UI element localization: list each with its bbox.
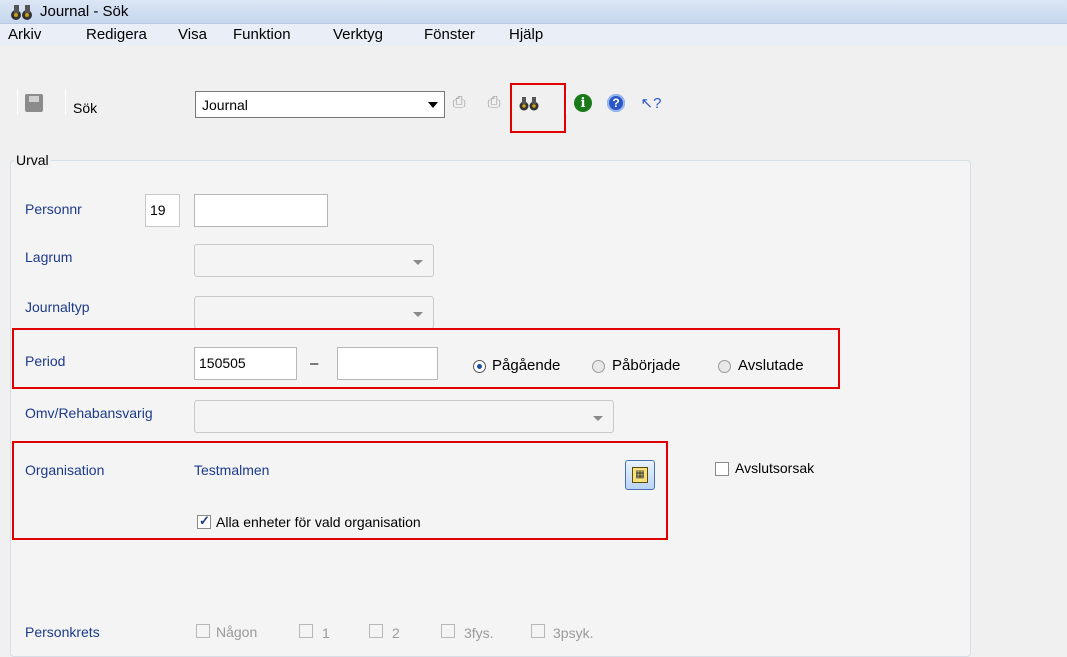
period-to-field[interactable] bbox=[337, 347, 438, 380]
menu-funktion[interactable]: Funktion bbox=[233, 26, 291, 43]
window-title: Journal - Sök bbox=[40, 3, 129, 20]
menu-visa[interactable]: Visa bbox=[178, 26, 207, 43]
personkrets-2-checkbox[interactable] bbox=[369, 624, 383, 638]
omv-label: Omv/Rehabansvarig bbox=[25, 405, 153, 421]
personkrets-3fys-checkbox[interactable] bbox=[441, 624, 455, 638]
avslutsorsak-label[interactable]: Avslutsorsak bbox=[735, 460, 814, 476]
personnr-prefix-field: 19 bbox=[145, 194, 180, 227]
chevron-down-icon[interactable] bbox=[424, 94, 442, 115]
personkrets-2-label[interactable]: 2 bbox=[392, 625, 400, 641]
journaltyp-select[interactable] bbox=[194, 296, 434, 329]
lagrum-label: Lagrum bbox=[25, 249, 73, 265]
menu-hjalp[interactable]: Hjälp bbox=[509, 26, 543, 43]
radio-paborjade-label[interactable]: Påbörjade bbox=[612, 357, 680, 374]
personkrets-1-label[interactable]: 1 bbox=[322, 625, 330, 641]
organisation-tree-button[interactable]: ▦ bbox=[625, 460, 655, 490]
period-from-field[interactable]: 150505 bbox=[194, 347, 297, 380]
title-bar: Journal - Sök bbox=[0, 0, 1067, 24]
toolbar-separator bbox=[65, 89, 66, 115]
radio-avslutade[interactable] bbox=[718, 360, 731, 373]
menu-redigera[interactable]: Redigera bbox=[86, 26, 147, 43]
personnr-label: Personnr bbox=[25, 201, 82, 217]
radio-pagaende[interactable] bbox=[473, 360, 486, 373]
highlight-box-search bbox=[510, 83, 566, 133]
menu-fonster[interactable]: Fönster bbox=[424, 26, 475, 43]
personkrets-nagon-checkbox[interactable] bbox=[196, 624, 210, 638]
org-tree-icon: ▦ bbox=[632, 467, 648, 483]
lagrum-select[interactable] bbox=[194, 244, 434, 277]
search-type-select[interactable]: Journal bbox=[195, 91, 445, 118]
personkrets-label: Personkrets bbox=[25, 624, 100, 640]
journaltyp-label: Journaltyp bbox=[25, 299, 90, 315]
search-type-value: Journal bbox=[202, 97, 248, 113]
menu-bar: Arkiv Redigera Visa Funktion Verktyg Fön… bbox=[0, 24, 1067, 46]
radio-avslutade-label[interactable]: Avslutade bbox=[738, 357, 804, 374]
search-label: Sök bbox=[73, 100, 98, 116]
personkrets-3fys-label[interactable]: 3fys. bbox=[464, 625, 494, 641]
toolbar-separator bbox=[17, 89, 18, 115]
alla-enheter-label[interactable]: Alla enheter för vald organisation bbox=[216, 514, 421, 530]
alla-enheter-checkbox[interactable] bbox=[197, 513, 211, 529]
menu-verktyg[interactable]: Verktyg bbox=[333, 26, 383, 43]
organisation-value: Testmalmen bbox=[194, 462, 270, 478]
radio-paborjade[interactable] bbox=[592, 360, 605, 373]
personkrets-nagon-label[interactable]: Någon bbox=[216, 624, 257, 640]
period-dash: – bbox=[310, 355, 319, 372]
print-icon[interactable]: ⎙ bbox=[448, 92, 470, 114]
toolbar-separator bbox=[566, 89, 567, 115]
help-icon[interactable]: ? bbox=[605, 92, 627, 114]
personkrets-3psyk-checkbox[interactable] bbox=[531, 624, 545, 638]
personnr-field[interactable] bbox=[194, 194, 328, 227]
period-label: Period bbox=[25, 353, 66, 369]
save-icon[interactable] bbox=[25, 94, 43, 112]
personnr-prefix: 19 bbox=[150, 202, 166, 218]
personkrets-3psyk-label[interactable]: 3psyk. bbox=[553, 625, 593, 641]
print-preview-icon[interactable]: ⎙ bbox=[483, 92, 505, 114]
binoculars-icon bbox=[11, 5, 32, 20]
info-icon[interactable]: i bbox=[572, 92, 594, 114]
radio-pagaende-label[interactable]: Pågående bbox=[492, 357, 560, 374]
menu-arkiv[interactable]: Arkiv bbox=[8, 26, 41, 43]
whats-this-icon[interactable]: ↖? bbox=[640, 92, 662, 114]
urval-title: Urval bbox=[14, 152, 51, 168]
avslutsorsak-checkbox[interactable] bbox=[715, 462, 729, 476]
personkrets-1-checkbox[interactable] bbox=[299, 624, 313, 638]
organisation-label: Organisation bbox=[25, 462, 105, 478]
omv-select[interactable] bbox=[194, 400, 614, 433]
